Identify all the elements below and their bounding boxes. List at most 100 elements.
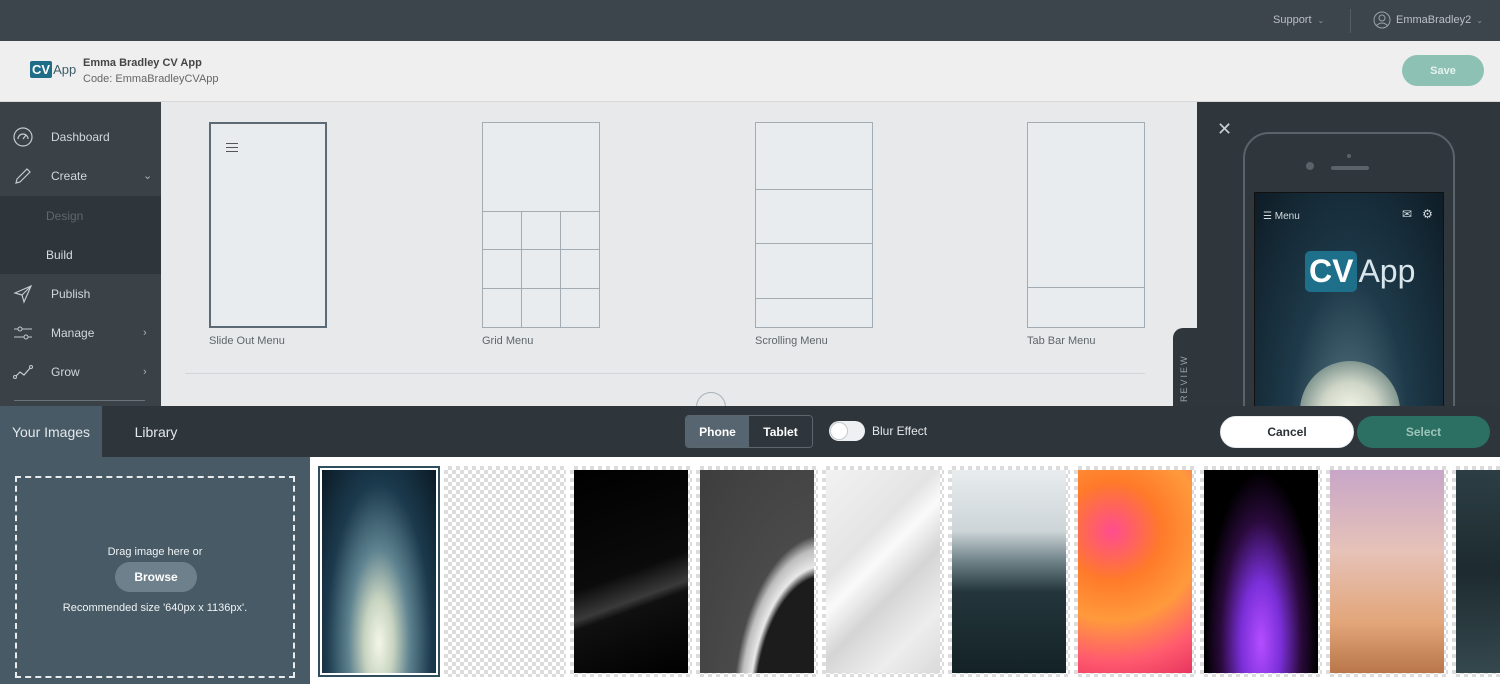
close-icon[interactable]: ✕ (1217, 120, 1232, 138)
gear-icon: ⚙ (1422, 207, 1433, 221)
pencil-icon (12, 165, 34, 187)
thumbnail-dark-laptop[interactable] (570, 466, 692, 677)
sidebar-item-create[interactable]: Create ⌄ (0, 156, 161, 195)
image-picker-toolbar: Your Images Library Phone Tablet Blur Ef… (0, 406, 1500, 457)
phone-speaker (1331, 166, 1369, 170)
tab-your-images[interactable]: Your Images (0, 406, 102, 457)
device-phone-button[interactable]: Phone (686, 416, 749, 447)
thumbnail-gray-curve[interactable] (696, 466, 818, 677)
sidebar-item-label: Create (51, 168, 88, 183)
blur-effect-label: Blur Effect (872, 424, 928, 438)
thumbnail-transparent[interactable] (444, 466, 566, 677)
app-code: Code: EmmaBradleyCVApp (83, 73, 219, 85)
image-dropzone[interactable]: Drag image here or Browse Recommended si… (15, 476, 295, 678)
sidebar: Dashboard Create ⌄ Design Build Publish … (0, 102, 161, 406)
thumbnail-image (322, 470, 436, 673)
menu-layout-thumbnail (482, 122, 600, 328)
browse-button[interactable]: Browse (115, 562, 197, 592)
menu-option-label: Tab Bar Menu (1027, 335, 1096, 347)
dashboard-icon (12, 126, 34, 148)
thumbnail-dark-stone[interactable] (1452, 466, 1500, 677)
logo-app: App (1358, 253, 1416, 289)
phone-frame: ☰ Menu ✉ ⚙ CV App (1243, 132, 1455, 406)
preview-tab-label: REVIEW (1179, 354, 1189, 402)
thumbnail-mountain-road[interactable] (948, 466, 1070, 677)
support-label: Support (1273, 14, 1312, 26)
user-avatar-icon (1373, 11, 1391, 29)
cancel-button[interactable]: Cancel (1220, 416, 1354, 448)
tab-library[interactable]: Library (102, 406, 210, 457)
divider (185, 373, 1145, 374)
support-menu[interactable]: Support ⌄ (1273, 14, 1324, 26)
logo-cv: CV (30, 61, 53, 78)
menu-layout-thumbnail (755, 122, 873, 328)
sidebar-item-label: Grow (51, 364, 80, 379)
menu-option-label: Grid Menu (482, 335, 534, 347)
logo-app: App (53, 62, 77, 77)
thumbnail-lightbulb[interactable] (318, 466, 440, 677)
thumbnail-pink-gradient[interactable] (1326, 466, 1448, 677)
username: EmmaBradley2 (1396, 14, 1472, 26)
sliders-icon (12, 322, 34, 344)
sidebar-item-dashboard[interactable]: Dashboard (0, 117, 161, 156)
drag-text: Drag image here or (107, 546, 203, 558)
thumbnail-orange-smoke[interactable] (1074, 466, 1196, 677)
preview-menu-label: Menu (1274, 211, 1300, 222)
menu-layout-thumbnail (209, 122, 327, 328)
thumbnail-image (1456, 470, 1500, 673)
sidebar-item-label: Publish (51, 286, 91, 301)
preview-bulb-image (1300, 361, 1400, 406)
sidebar-item-design[interactable]: Design (0, 196, 161, 235)
chevron-down-icon: ⌄ (1317, 15, 1325, 25)
device-tablet-button[interactable]: Tablet (749, 416, 812, 447)
chevron-down-icon: ⌄ (143, 170, 153, 182)
sidebar-item-manage[interactable]: Manage › (0, 313, 161, 352)
app-logo: CV App (30, 61, 76, 78)
hamburger-icon (226, 143, 238, 155)
logo-cv: CV (1305, 251, 1358, 292)
save-button[interactable]: Save (1402, 55, 1484, 86)
preview-tab[interactable]: REVIEW (1173, 328, 1197, 406)
device-toggle: Phone Tablet (685, 415, 813, 448)
preview-logo: CV App (1305, 251, 1415, 292)
send-icon (12, 283, 34, 305)
menu-option-label: Slide Out Menu (209, 335, 285, 347)
thumbnail-image (574, 470, 688, 673)
app-header: CV App Emma Bradley CV App Code: EmmaBra… (0, 41, 1500, 102)
sidebar-item-label: Dashboard (51, 129, 110, 144)
phone-screen: ☰ Menu ✉ ⚙ CV App (1254, 192, 1444, 406)
user-menu[interactable]: EmmaBradley2 ⌄ (1373, 11, 1483, 29)
thumbnail-image (1204, 470, 1318, 673)
inbox-icon: ✉ (1402, 207, 1413, 221)
sidebar-item-build[interactable]: Build (0, 235, 161, 274)
thumbnail-image (448, 470, 562, 673)
sidebar-item-label: Design (46, 208, 84, 223)
sidebar-item-grow[interactable]: Grow › (0, 352, 161, 391)
chevron-right-icon: › (143, 365, 147, 378)
thumbnail-image (1330, 470, 1444, 673)
sidebar-item-label: Manage (51, 325, 95, 340)
menu-layout-thumbnail (1027, 122, 1145, 328)
thumbnail-image (952, 470, 1066, 673)
divider (1350, 9, 1351, 33)
toggle-knob (830, 422, 848, 440)
upload-panel: Drag image here or Browse Recommended si… (0, 457, 310, 684)
app-title: Emma Bradley CV App (83, 57, 202, 69)
sidebar-item-publish[interactable]: Publish (0, 274, 161, 313)
thumbnail-white-diagonal[interactable] (822, 466, 944, 677)
preview-menu: ☰ Menu (1263, 211, 1300, 222)
phone-sensor (1347, 154, 1351, 158)
top-bar: Support ⌄ EmmaBradley2 ⌄ (0, 0, 1500, 41)
thumbnail-image (700, 470, 814, 673)
preview-panel: ✕ ☰ Menu ✉ ⚙ CV App (1197, 102, 1500, 406)
thumbnail-image (1078, 470, 1192, 673)
sidebar-item-label: Build (46, 247, 73, 262)
preview-icons: ✉ ⚙ (1402, 207, 1433, 221)
chevron-right-icon: › (143, 326, 147, 339)
select-button[interactable]: Select (1357, 416, 1490, 448)
blur-effect-toggle[interactable] (829, 421, 865, 441)
thumbnail-purple-ink[interactable] (1200, 466, 1322, 677)
divider (14, 400, 145, 401)
growth-icon (12, 361, 34, 383)
menu-layout-area: Slide Out Menu Grid Menu Scrolling Menu … (161, 102, 1197, 422)
